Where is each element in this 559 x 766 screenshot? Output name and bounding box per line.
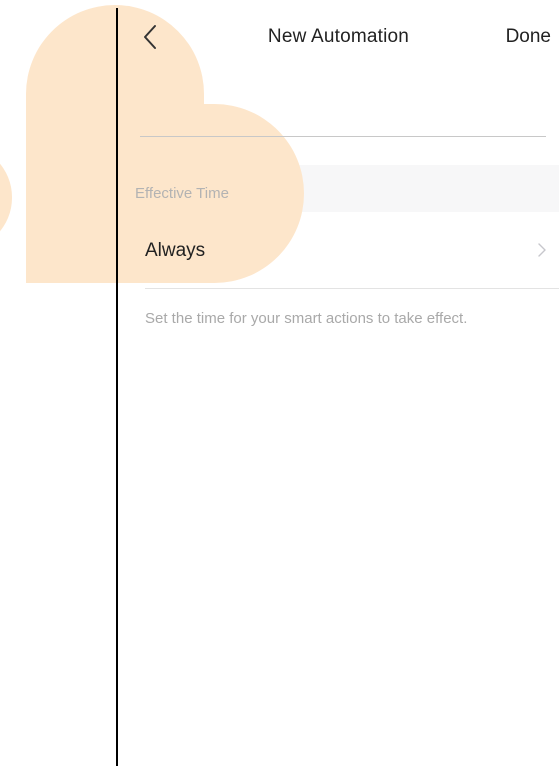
done-button[interactable]: Done <box>506 26 551 48</box>
page-title: New Automation <box>267 26 410 47</box>
app-panel <box>118 0 559 766</box>
navigation-bar: New Automation Done <box>118 0 559 76</box>
section-header-label: Effective Time <box>135 185 229 202</box>
effective-time-value: Always <box>145 240 206 261</box>
row-divider <box>145 288 559 289</box>
page: New Automation Done Effective Time Alway… <box>0 0 559 766</box>
automation-name-field[interactable] <box>140 136 546 137</box>
effective-time-hint: Set the time for your smart actions to t… <box>145 310 468 327</box>
decorative-shape-left <box>0 145 12 250</box>
chevron-right-icon <box>538 243 546 257</box>
panel-border <box>116 8 118 766</box>
effective-time-row[interactable]: Always <box>118 212 559 288</box>
